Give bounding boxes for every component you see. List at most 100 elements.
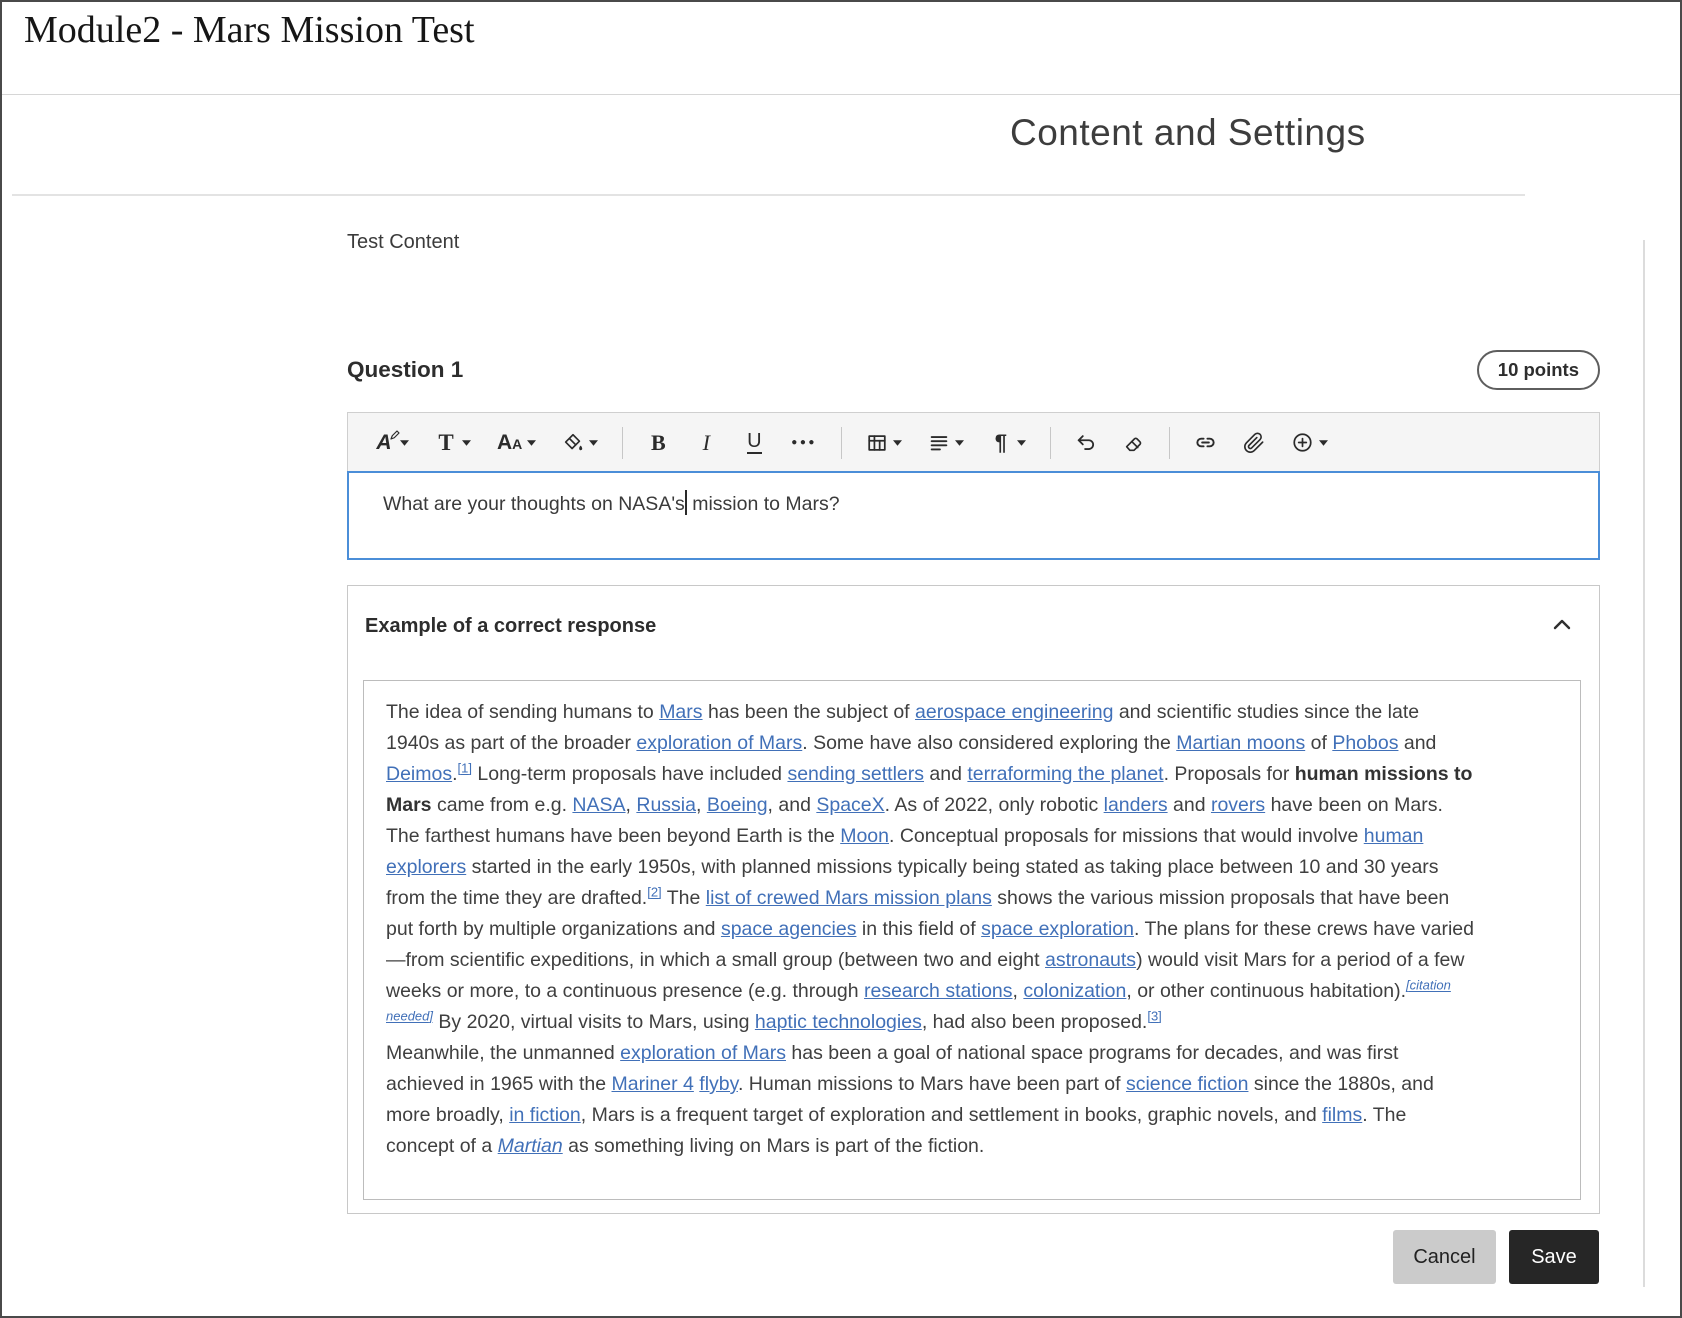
paragraph-style-button[interactable]: ¶	[983, 424, 1033, 462]
content-link[interactable]: science fiction	[1126, 1073, 1248, 1095]
points-badge[interactable]: 10 points	[1477, 350, 1600, 390]
horizontal-divider	[2, 94, 1680, 95]
paragraph-icon: ¶	[990, 430, 1012, 456]
font-family-icon: T	[435, 430, 457, 456]
attach-file-button[interactable]	[1236, 424, 1272, 462]
content-link[interactable]: Phobos	[1332, 732, 1398, 754]
content-link[interactable]: Russia	[636, 794, 696, 816]
paint-bucket-icon	[562, 430, 584, 456]
content-link[interactable]: space agencies	[721, 918, 857, 940]
example-response-header[interactable]: Example of a correct response	[365, 610, 1577, 642]
content-link[interactable]: flyby	[699, 1073, 738, 1095]
italic-button[interactable]: I	[688, 424, 724, 462]
content-link[interactable]: NASA	[572, 794, 625, 816]
chevron-down-icon	[527, 440, 536, 446]
chevron-down-icon	[955, 440, 964, 446]
font-size-button[interactable]: AA	[490, 424, 543, 462]
content-link[interactable]: list of crewed Mars mission plans	[706, 887, 992, 909]
chevron-down-icon	[400, 440, 409, 446]
content-link[interactable]: SpaceX	[816, 794, 884, 816]
page-title: Module2 - Mars Mission Test	[24, 8, 475, 52]
toolbar-separator	[841, 427, 842, 459]
superscript-reference: [2]	[647, 885, 661, 900]
cancel-button[interactable]: Cancel	[1393, 1230, 1496, 1284]
question-title: Question 1	[347, 357, 463, 383]
font-size-icon: AA	[497, 430, 522, 456]
insert-content-button[interactable]	[1284, 424, 1335, 462]
toolbar-separator	[622, 427, 623, 459]
content-link[interactable]: Boeing	[707, 794, 768, 816]
section-heading: Content and Settings	[1010, 112, 1366, 154]
bold-button[interactable]: B	[640, 424, 676, 462]
content-link[interactable]: films	[1322, 1104, 1362, 1126]
paragraph: Meanwhile, the unmanned exploration of M…	[386, 1038, 1475, 1162]
content-link[interactable]: Mars	[659, 701, 702, 723]
undo-icon	[1075, 430, 1097, 456]
content-link[interactable]: haptic technologies	[755, 1011, 922, 1033]
undo-button[interactable]	[1068, 424, 1104, 462]
content-link[interactable]: colonization	[1023, 980, 1126, 1002]
chevron-down-icon	[1017, 440, 1026, 446]
plus-circle-icon	[1291, 430, 1314, 456]
content-link[interactable]: [2]	[647, 885, 661, 900]
content-link[interactable]: space exploration	[981, 918, 1134, 940]
content-link[interactable]: Moon	[840, 825, 889, 847]
align-lines-icon	[928, 430, 950, 456]
content-link[interactable]: [3]	[1147, 1009, 1161, 1024]
content-link[interactable]: landers	[1104, 794, 1168, 816]
example-response-text[interactable]: The idea of sending humans to Mars has b…	[363, 680, 1581, 1200]
content-link[interactable]: Mariner 4	[612, 1073, 694, 1095]
superscript-reference: [3]	[1147, 1009, 1161, 1024]
italic-icon: I	[695, 430, 717, 456]
insert-link-button[interactable]	[1187, 424, 1224, 462]
content-link[interactable]: in fiction	[509, 1104, 581, 1126]
content-link[interactable]: Martian moons	[1176, 732, 1305, 754]
underline-button[interactable]: U	[736, 424, 772, 462]
chevron-down-icon	[462, 440, 471, 446]
text-color-button[interactable]: A	[366, 424, 416, 462]
question-header-row: Question 1 10 points	[347, 344, 1600, 396]
scrollbar[interactable]	[1643, 240, 1645, 1287]
chevron-down-icon	[1319, 440, 1328, 446]
content-link[interactable]: sending settlers	[787, 763, 924, 785]
question-text-input[interactable]: What are your thoughts on NASA's mission…	[347, 471, 1600, 560]
test-content-label: Test Content	[347, 231, 459, 254]
content-link[interactable]: Martian	[498, 1135, 563, 1157]
superscript-reference: [1]	[458, 761, 472, 776]
font-family-button[interactable]: T	[428, 424, 478, 462]
example-response-panel: Example of a correct response The idea o…	[347, 585, 1600, 1214]
content-link[interactable]: rovers	[1211, 794, 1265, 816]
underline-icon: U	[743, 430, 765, 456]
content-link[interactable]: exploration of Mars	[620, 1042, 786, 1064]
text-color-icon: A	[373, 430, 395, 456]
quiz-editor-window: Module2 - Mars Mission Test Content and …	[0, 0, 1682, 1318]
content-link[interactable]: Deimos	[386, 763, 452, 785]
chevron-down-icon	[893, 440, 902, 446]
link-icon	[1194, 430, 1217, 456]
table-icon	[866, 430, 888, 456]
rich-text-toolbar: A T AA BIU ●●● ¶	[347, 412, 1600, 472]
content-link[interactable]: [1]	[458, 761, 472, 776]
chevron-up-icon	[1550, 613, 1574, 640]
content-link[interactable]: exploration of Mars	[636, 732, 802, 754]
content-link[interactable]: research stations	[864, 980, 1013, 1002]
highlight-color-button[interactable]	[555, 424, 605, 462]
toolbar-separator	[1050, 427, 1051, 459]
toolbar-separator	[1169, 427, 1170, 459]
question-text: mission to Mars?	[687, 493, 840, 515]
paragraph: The idea of sending humans to Mars has b…	[386, 697, 1475, 1038]
horizontal-divider	[12, 194, 1525, 196]
alignment-button[interactable]	[921, 424, 971, 462]
save-button[interactable]: Save	[1509, 1230, 1599, 1284]
example-response-title: Example of a correct response	[365, 615, 656, 638]
bold-icon: B	[647, 430, 669, 456]
question-text: What are your thoughts on NASA's	[383, 493, 685, 515]
content-link[interactable]: terraforming the planet	[967, 763, 1163, 785]
content-link[interactable]: aerospace engineering	[915, 701, 1113, 723]
ellipsis-icon: ●●●	[791, 430, 817, 456]
clear-formatting-button[interactable]	[1116, 424, 1152, 462]
content-link[interactable]: astronauts	[1045, 949, 1136, 971]
insert-table-button[interactable]	[859, 424, 909, 462]
collapse-section-button[interactable]	[1547, 611, 1577, 641]
more-formatting-button[interactable]: ●●●	[784, 424, 824, 462]
